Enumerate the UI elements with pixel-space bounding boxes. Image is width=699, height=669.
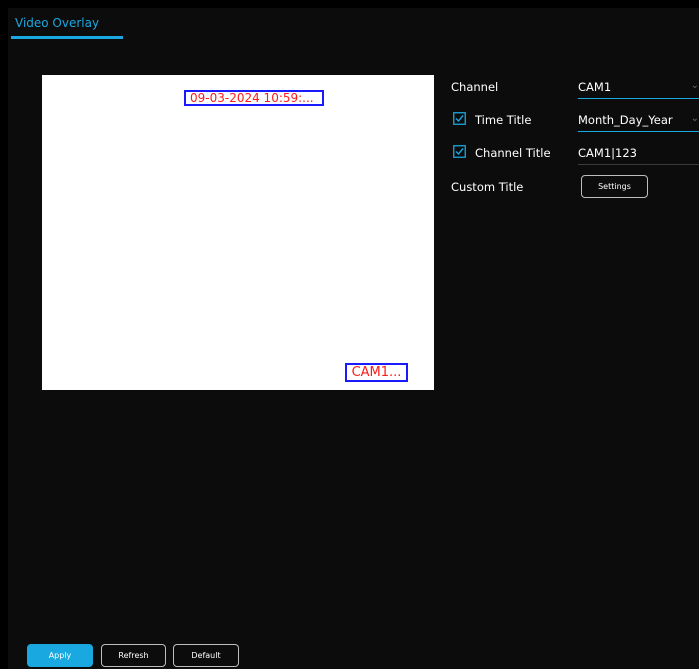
time-format-value: Month_Day_Year [578, 113, 673, 127]
time-title-label: Time Title [475, 113, 532, 127]
channel-title-checkbox-icon[interactable] [453, 145, 466, 158]
channel-title-value: CAM1|123 [578, 146, 637, 160]
tab-active-indicator [11, 36, 123, 39]
video-preview[interactable]: 09-03-2024 10:59:... CAM1... [42, 75, 434, 390]
default-button[interactable]: Default [173, 644, 239, 667]
tab-video-overlay[interactable]: Video Overlay [11, 8, 123, 39]
refresh-button[interactable]: Refresh [101, 644, 166, 667]
chevron-down-icon: ⌄ [690, 80, 699, 91]
channel-label: Channel [451, 80, 499, 94]
tab-label: Video Overlay [15, 16, 100, 30]
channel-value: CAM1 [578, 80, 612, 94]
chevron-down-icon: ⌄ [690, 113, 699, 124]
channel-title-label: Channel Title [475, 146, 551, 160]
apply-button[interactable]: Apply [27, 644, 93, 667]
time-format-select[interactable]: Month_Day_Year ⌄ [578, 108, 699, 132]
settings-button[interactable]: Settings [581, 175, 648, 198]
channel-overlay-box[interactable]: CAM1... [345, 363, 408, 382]
channel-title-row: Channel Title CAM1|123 [451, 141, 699, 165]
custom-title-label: Custom Title [451, 180, 524, 194]
custom-title-row: Custom Title Settings [451, 175, 699, 199]
channel-row: Channel CAM1 ⌄ [451, 75, 699, 99]
time-title-checkbox-icon[interactable] [453, 112, 466, 125]
channel-title-input[interactable]: CAM1|123 [578, 141, 699, 165]
time-overlay-box[interactable]: 09-03-2024 10:59:... [184, 90, 324, 106]
time-title-row: Time Title Month_Day_Year ⌄ [451, 108, 699, 132]
channel-select[interactable]: CAM1 ⌄ [578, 75, 699, 99]
